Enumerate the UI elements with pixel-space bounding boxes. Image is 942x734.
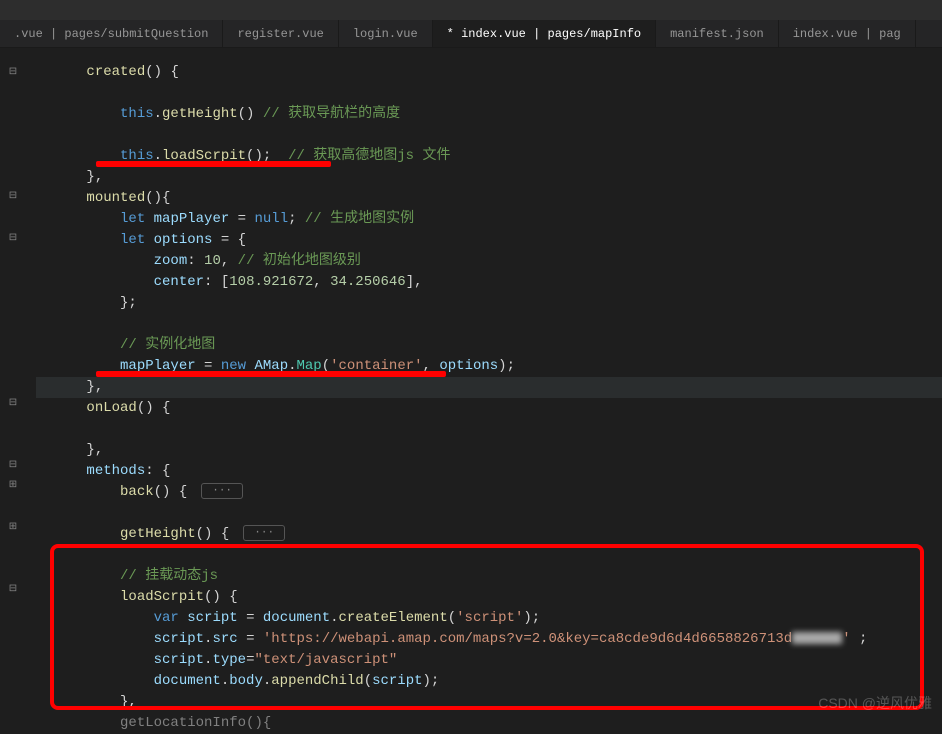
tab-register[interactable]: register.vue [223, 20, 338, 47]
fold-badge[interactable]: ··· [201, 483, 243, 499]
tab-bar: .vue | pages/submitQuestion register.vue… [0, 20, 942, 48]
fold-badge[interactable]: ··· [243, 525, 285, 541]
annotation-underline-1 [96, 161, 331, 167]
fold-icon[interactable]: ⊟ [0, 393, 26, 414]
fold-icon[interactable]: ⊟ [0, 454, 26, 475]
tab-login[interactable]: login.vue [339, 20, 433, 47]
fold-icon[interactable]: ⊟ [0, 186, 26, 207]
header-bar [0, 0, 942, 20]
tab-index-pag[interactable]: index.vue | pag [779, 20, 916, 47]
fold-icon[interactable]: ⊞ [0, 516, 26, 537]
fold-icon[interactable]: ⊟ [0, 227, 26, 248]
tab-index-mapinfo[interactable]: * index.vue | pages/mapInfo [433, 20, 656, 47]
redacted-text [792, 632, 842, 644]
fold-icon[interactable]: ⊞ [0, 475, 26, 496]
tab-submit-question[interactable]: .vue | pages/submitQuestion [0, 20, 223, 47]
annotation-underline-2 [96, 371, 446, 377]
fold-gutter: ⊟ ⊟ ⊟ ⊟ ⊟ ⊞ ⊞ ⊟ [0, 48, 26, 723]
code-editor[interactable]: ⊟ ⊟ ⊟ ⊟ ⊟ ⊞ ⊞ ⊟ created() { [0, 48, 942, 723]
tab-manifest[interactable]: manifest.json [656, 20, 779, 47]
fold-icon[interactable]: ⊟ [0, 578, 26, 599]
code-area[interactable]: created() { this.getHeight() // 获取导航栏的高度… [26, 48, 942, 723]
fold-icon[interactable]: ⊟ [0, 62, 26, 83]
watermark: CSDN @逆风优雅 [818, 693, 932, 713]
